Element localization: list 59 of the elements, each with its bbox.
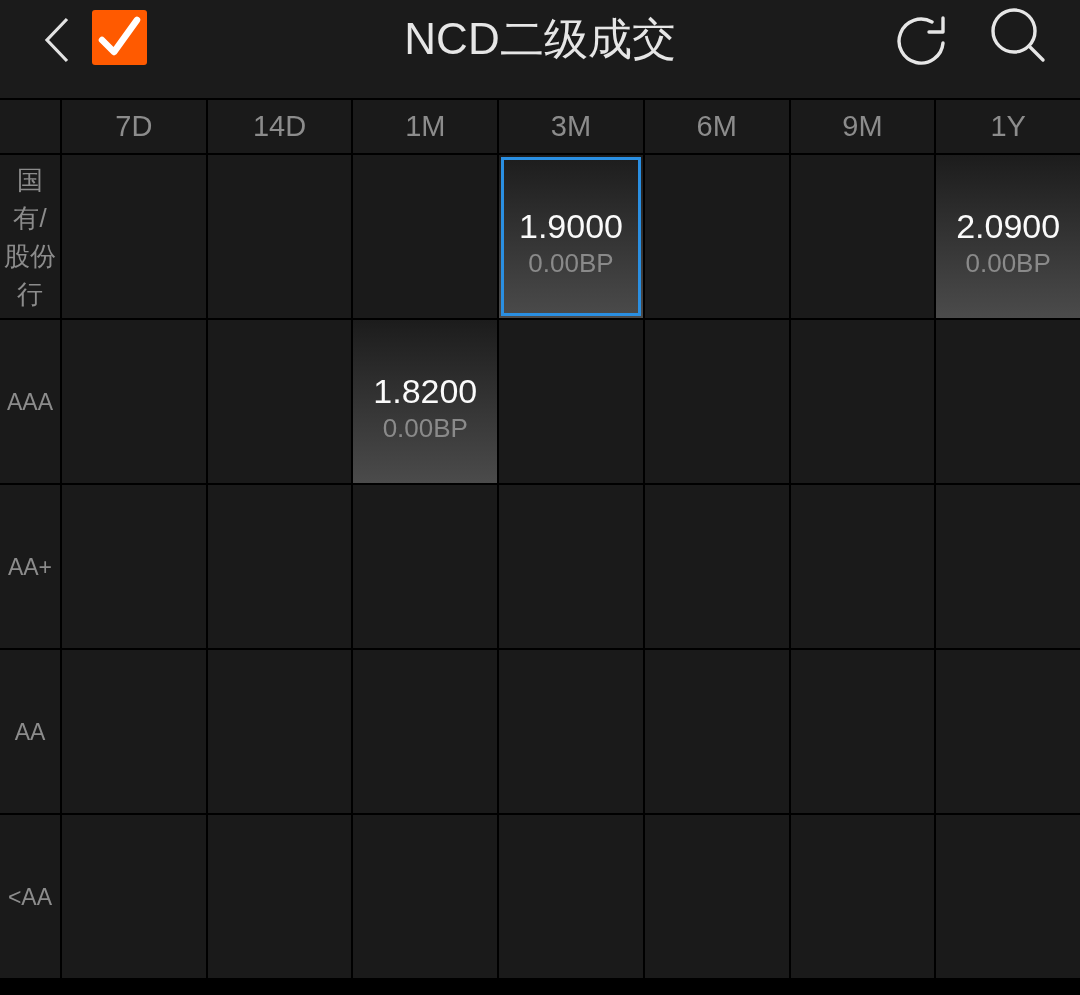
quote-cell[interactable] — [207, 650, 352, 813]
bp-change: 0.00BP — [382, 411, 468, 445]
refresh-icon[interactable] — [895, 15, 946, 66]
header-corner — [0, 100, 60, 153]
row-label: AA+ — [6, 552, 54, 582]
column-header: 14D — [207, 100, 352, 153]
quote-cell[interactable] — [790, 320, 935, 483]
quote-cell[interactable] — [207, 320, 352, 483]
checkbox[interactable] — [92, 10, 147, 65]
quote-cell[interactable] — [353, 155, 498, 318]
row-label: 国有/股份行 — [3, 163, 57, 311]
quote-cell[interactable] — [644, 650, 789, 813]
yield-value: 1.8200 — [373, 370, 478, 411]
column-header: 1M — [353, 100, 498, 153]
quote-cell[interactable] — [207, 485, 352, 648]
quote-cell[interactable] — [207, 815, 352, 978]
quote-cell[interactable]: 2.0900 0.00BP — [936, 155, 1080, 318]
column-header: 6M — [644, 100, 789, 153]
row-label: AA — [13, 717, 47, 747]
quote-cell[interactable] — [936, 650, 1080, 813]
quote-cell[interactable] — [62, 155, 206, 318]
yield-value: 2.0900 — [956, 205, 1061, 246]
column-header: 1Y — [936, 100, 1080, 153]
quote-cell[interactable] — [62, 320, 206, 483]
quote-cell[interactable] — [644, 485, 789, 648]
row-label: AAA — [6, 387, 54, 417]
bp-change: 0.00BP — [528, 246, 614, 280]
quote-cell[interactable] — [499, 485, 643, 648]
quote-cell[interactable]: 1.8200 0.00BP — [353, 320, 498, 483]
quote-cell[interactable] — [353, 815, 498, 978]
quote-cell[interactable] — [353, 650, 498, 813]
quote-cell[interactable] — [62, 650, 206, 813]
chevron-left-icon[interactable] — [44, 17, 70, 63]
yield-value: 1.9000 — [519, 205, 623, 246]
quote-cell[interactable] — [936, 320, 1080, 483]
quote-cell[interactable] — [644, 155, 789, 318]
quote-cell[interactable] — [207, 155, 352, 318]
quote-cell[interactable] — [936, 485, 1080, 648]
column-header: 3M — [499, 100, 643, 153]
quote-cell[interactable] — [62, 815, 206, 978]
page-title: NCD二级成交 — [404, 13, 676, 65]
quote-cell[interactable] — [936, 815, 1080, 978]
quote-cell[interactable] — [499, 815, 643, 978]
bp-change: 0.00BP — [965, 246, 1051, 280]
quote-cell[interactable] — [790, 650, 935, 813]
column-header: 7D — [62, 100, 206, 153]
quote-cell[interactable] — [644, 815, 789, 978]
quote-cell[interactable]: 1.9000 0.00BP — [499, 155, 643, 318]
search-icon[interactable] — [990, 7, 1046, 63]
row-label: <AA — [6, 882, 54, 912]
quote-cell[interactable] — [644, 320, 789, 483]
quote-cell[interactable] — [790, 485, 935, 648]
quote-cell[interactable] — [790, 155, 935, 318]
quote-cell[interactable] — [790, 815, 935, 978]
quote-cell[interactable] — [62, 485, 206, 648]
quote-cell[interactable] — [499, 320, 643, 483]
column-header: 9M — [790, 100, 935, 153]
quote-cell[interactable] — [499, 650, 643, 813]
quote-cell[interactable] — [353, 485, 498, 648]
